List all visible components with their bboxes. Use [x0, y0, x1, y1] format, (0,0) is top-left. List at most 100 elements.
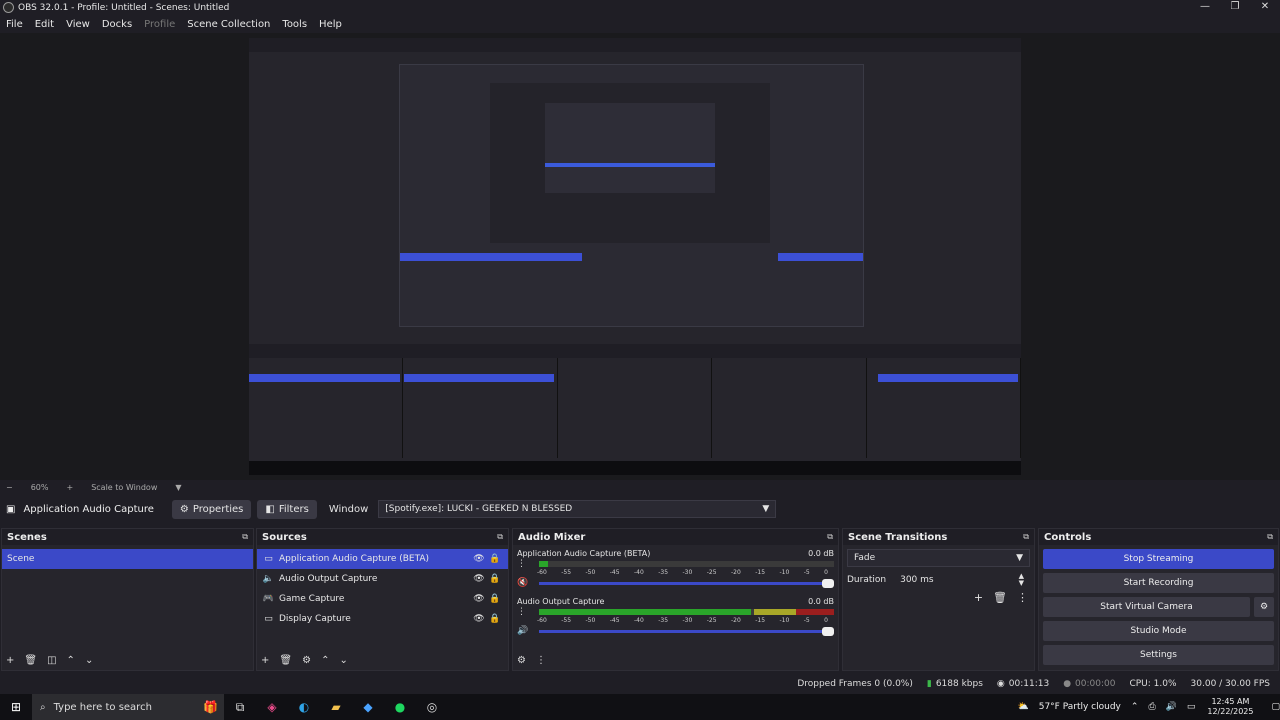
volume-slider[interactable] [539, 626, 834, 636]
kebab-menu-icon[interactable]: ⋮ [517, 559, 529, 569]
menu-view[interactable]: View [66, 19, 90, 30]
zoom-in-button[interactable]: + [66, 483, 73, 492]
obs-taskbar-icon[interactable]: ◎ [416, 694, 448, 720]
menu-scene-collection[interactable]: Scene Collection [187, 19, 270, 30]
lock-icon[interactable]: 🔒 [487, 614, 503, 624]
meter-tick-label: -35 [658, 617, 669, 624]
preview-canvas[interactable] [249, 38, 1021, 475]
clock[interactable]: 12:45 AM 12/22/2025 [1207, 697, 1253, 717]
network-icon[interactable]: ⎙ [1148, 702, 1155, 712]
undock-icon[interactable]: ⧉ [497, 532, 503, 542]
file-explorer-icon[interactable]: ▰ [320, 694, 352, 720]
start-virtual-camera-button[interactable]: Start Virtual Camera [1043, 597, 1250, 617]
chevron-down-icon[interactable]: ⌄ [85, 655, 93, 666]
advanced-audio-icon[interactable]: ⚙ [517, 655, 526, 666]
eye-icon[interactable]: 👁 [471, 554, 487, 564]
edge-icon[interactable]: ◐ [288, 694, 320, 720]
chevron-up-icon[interactable]: ⌃ [67, 655, 75, 666]
meter-tick-label: -20 [731, 617, 741, 624]
source-item[interactable]: ▭ Display Capture 👁 🔒 [257, 609, 508, 629]
chevron-up-icon[interactable]: ⌃ [1131, 702, 1139, 712]
speaker-muted-icon[interactable]: 🔇 [517, 578, 529, 588]
properties-button[interactable]: ⚙ Properties [171, 499, 252, 519]
minimize-icon[interactable]: — [1190, 0, 1220, 15]
menu-help[interactable]: Help [319, 19, 342, 30]
lock-icon[interactable]: 🔒 [487, 574, 503, 584]
menu-docks[interactable]: Docks [102, 19, 132, 30]
mixer-header: Audio Mixer ⧉ [513, 529, 838, 545]
trash-icon[interactable]: 🗑 [993, 591, 1007, 604]
menu-edit[interactable]: Edit [35, 19, 54, 30]
settings-button[interactable]: Settings [1043, 645, 1274, 665]
taskbar-search[interactable]: ⌕ Type here to search 🎁 [32, 694, 224, 720]
undock-icon[interactable]: ⧉ [242, 532, 248, 542]
eye-icon[interactable]: 👁 [471, 594, 487, 604]
window-select[interactable]: [Spotify.exe]: LUCKI - GEEKED N BLESSED … [378, 500, 777, 518]
close-icon[interactable]: ✕ [1250, 0, 1280, 15]
scene-filter-icon[interactable]: ◫ [47, 655, 56, 666]
windows-start-icon[interactable]: ⊞ [0, 694, 32, 720]
record-time: ● 00:00:00 [1063, 679, 1115, 689]
volume-icon[interactable]: 🔊 [1166, 702, 1177, 712]
undock-icon[interactable]: ⧉ [827, 532, 833, 542]
mixer-track-name: Audio Output Capture [517, 596, 605, 606]
scene-item[interactable]: Scene [2, 549, 253, 569]
spotify-icon[interactable]: ● [384, 694, 416, 720]
undock-icon[interactable]: ⧉ [1023, 532, 1029, 542]
trash-icon[interactable]: 🗑 [24, 655, 37, 666]
eye-icon[interactable]: 👁 [471, 614, 487, 624]
nested-source-bar [249, 344, 1021, 358]
lock-icon[interactable]: 🔒 [487, 594, 503, 604]
menu-tools[interactable]: Tools [282, 19, 307, 30]
source-item[interactable]: 🎮 Game Capture 👁 🔒 [257, 589, 508, 609]
mixer-track-name: Application Audio Capture (BETA) [517, 548, 651, 558]
nested-source-selected [404, 374, 554, 382]
sources-title: Sources [262, 531, 307, 543]
meter-tick-label: -15 [755, 569, 766, 576]
gear-icon[interactable]: ⚙ [302, 655, 311, 666]
source-item[interactable]: ▭ Application Audio Capture (BETA) 👁 🔒 [257, 549, 508, 569]
notification-icon[interactable]: ▢ [1271, 702, 1280, 712]
speaker-icon[interactable]: 🔊 [517, 626, 529, 636]
start-recording-button[interactable]: Start Recording [1043, 573, 1274, 593]
battery-icon[interactable]: ▭ [1187, 702, 1196, 712]
chevron-down-icon[interactable]: ⌄ [339, 655, 347, 666]
lock-icon[interactable]: 🔒 [487, 554, 503, 564]
scale-dropdown-icon[interactable]: ▼ [175, 483, 181, 492]
kebab-menu-icon[interactable]: ⋮ [517, 607, 529, 617]
spin-arrows-icon[interactable]: ▲ ▼ [1019, 573, 1024, 587]
meter-tick-label: -55 [561, 569, 572, 576]
kebab-menu-icon[interactable]: ⋮ [1017, 591, 1028, 604]
chevron-up-icon[interactable]: ⌃ [321, 655, 329, 666]
trash-icon[interactable]: 🗑 [279, 655, 292, 666]
filters-button[interactable]: ◧ Filters [257, 499, 317, 519]
add-icon[interactable]: + [974, 591, 983, 604]
gear-icon[interactable]: ⚙ [1254, 597, 1274, 617]
add-icon[interactable]: + [261, 655, 269, 666]
studio-mode-button[interactable]: Studio Mode [1043, 621, 1274, 641]
task-view-icon[interactable]: ⧉ [224, 694, 256, 720]
eye-icon[interactable]: 👁 [471, 574, 487, 584]
menu-file[interactable]: File [6, 19, 23, 30]
search-placeholder: Type here to search [53, 701, 152, 713]
transition-select[interactable]: Fade ▼ [847, 549, 1030, 567]
transition-buttons: + 🗑 ⋮ [843, 591, 1034, 604]
scenes-title: Scenes [7, 531, 47, 543]
kebab-menu-icon[interactable]: ⋮ [536, 655, 546, 666]
stop-streaming-button[interactable]: Stop Streaming [1043, 549, 1274, 569]
volume-slider[interactable] [539, 578, 834, 588]
volume-slider-knob[interactable] [822, 578, 834, 588]
zoom-bar: − 60% + Scale to Window ▼ [0, 480, 1280, 494]
restore-icon[interactable]: ❐ [1220, 0, 1250, 15]
meter-tick-label: -25 [706, 617, 717, 624]
volume-slider-knob[interactable] [822, 626, 834, 636]
undock-icon[interactable]: ⧉ [1267, 532, 1273, 542]
source-item[interactable]: 🔈 Audio Output Capture 👁 🔒 [257, 569, 508, 589]
meter-tick-label: -30 [682, 569, 693, 576]
meter-tick-label: -10 [779, 569, 790, 576]
duration-spinbox[interactable]: 300 ms ▲ ▼ [894, 571, 1030, 589]
copilot-icon[interactable]: ◈ [256, 694, 288, 720]
store-icon[interactable]: ◆ [352, 694, 384, 720]
zoom-out-button[interactable]: − [6, 483, 13, 492]
add-icon[interactable]: + [6, 655, 14, 666]
